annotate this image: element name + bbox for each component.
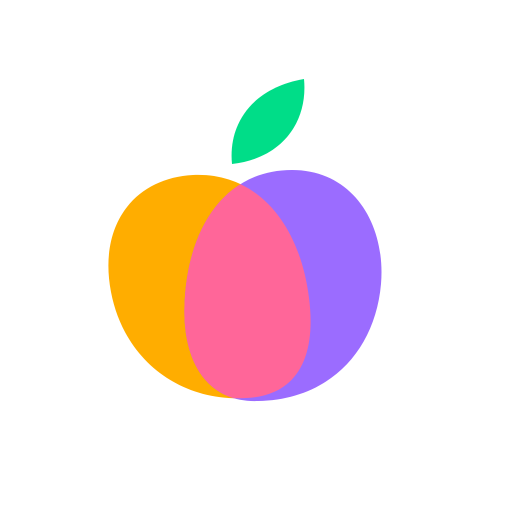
leaf-icon: [231, 79, 305, 164]
fruit-logo-icon: [108, 79, 382, 402]
app-icon-canvas: [0, 0, 512, 512]
